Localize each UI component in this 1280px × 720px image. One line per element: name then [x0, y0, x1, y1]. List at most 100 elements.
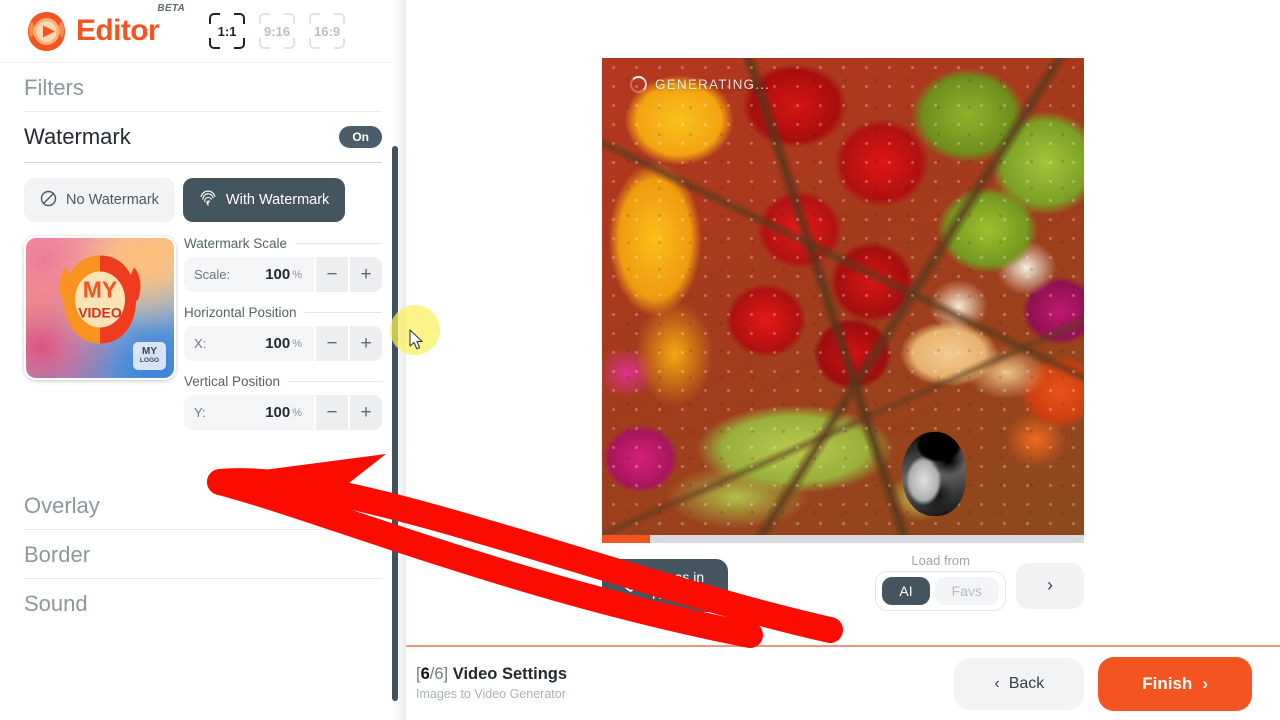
no-watermark-label: No Watermark: [66, 192, 159, 208]
horizontal-position-decrement[interactable]: −: [314, 326, 348, 361]
step-info: [6/6] Video Settings Images to Video Gen…: [416, 665, 567, 703]
no-symbol-icon: [40, 190, 57, 211]
aspect-ratio-16-9-label: 16:9: [314, 23, 341, 39]
load-from-ai-button[interactable]: AI: [882, 576, 930, 605]
section-border[interactable]: Border: [24, 530, 382, 579]
preview-wrapper: GENERATING... Lucas in Haifa Load from A…: [602, 58, 1084, 613]
sidebar-scrollbar-thumb[interactable]: [392, 146, 398, 701]
aspect-ratio-1-1-label: 1:1: [217, 23, 237, 39]
load-from-frame: AI Favs: [875, 570, 1006, 611]
vertical-position-group: Vertical Position Y: 100 % − +: [184, 374, 382, 430]
watermark-badge-line2: LOGO: [139, 357, 160, 365]
section-overlay[interactable]: Overlay: [24, 481, 382, 530]
section-sound[interactable]: Sound: [24, 579, 382, 627]
horizontal-position-key: X:: [194, 336, 207, 351]
step-title: [6/6] Video Settings: [416, 665, 567, 685]
watermark-preview-thumbnail[interactable]: MY VIDEO MY LOGO: [24, 236, 176, 380]
watermark-scale-label-row: Watermark Scale: [184, 236, 382, 251]
logo-wordmark: Editor BETA: [76, 4, 185, 47]
label-rule: [304, 312, 382, 313]
horizontal-position-label-row: Horizontal Position: [184, 305, 382, 320]
wizard-footer: [6/6] Video Settings Images to Video Gen…: [406, 645, 1280, 720]
horizontal-position-stepper: X: 100 % − +: [184, 326, 382, 361]
aspect-ratio-9-16-label: 9:16: [264, 23, 291, 39]
horizontal-position-group: Horizontal Position X: 100 % − +: [184, 305, 382, 361]
step-total: /6]: [429, 664, 449, 683]
section-watermark-label: Watermark: [24, 124, 131, 149]
aspect-ratio-1-1[interactable]: 1:1: [207, 11, 247, 51]
collapsed-sections: Overlay Border Sound: [24, 481, 382, 627]
with-watermark-option[interactable]: With Watermark: [182, 178, 346, 222]
fingerprint-icon: [199, 189, 217, 211]
label-rule: [288, 381, 382, 382]
vertical-position-stepper: Y: 100 % − +: [184, 395, 382, 430]
horizontal-position-field[interactable]: X: 100 %: [184, 326, 314, 361]
watermark-scale-label: Watermark Scale: [184, 236, 288, 251]
horizontal-position-label: Horizontal Position: [184, 305, 297, 320]
vertical-position-decrement[interactable]: −: [314, 395, 348, 430]
finish-label: Finish: [1142, 673, 1193, 693]
favorite-name-label: Lucas in Haifa: [652, 569, 705, 602]
aspect-ratio-9-16[interactable]: 9:16: [257, 11, 297, 51]
favorite-name-chip[interactable]: Lucas in Haifa: [602, 559, 728, 613]
load-from-favs-button[interactable]: Favs: [934, 576, 999, 605]
next-image-button[interactable]: ›: [1016, 562, 1084, 609]
finish-button[interactable]: Finish ›: [1098, 656, 1252, 711]
step-name: Video Settings: [452, 664, 568, 683]
aspect-ratio-16-9[interactable]: 16:9: [307, 11, 347, 51]
horizontal-position-increment[interactable]: +: [348, 326, 382, 361]
aspect-ratio-group: 1:1 9:16 16:9: [207, 11, 347, 51]
load-from-caption: Load from: [905, 552, 976, 568]
sidebar-topbar: Editor BETA 1:1 9:16 16:9: [0, 0, 406, 63]
vertical-position-value: 100: [265, 404, 291, 421]
left-sidebar: Editor BETA 1:1 9:16 16:9 Filters Waterm…: [0, 0, 406, 720]
watermark-scale-field[interactable]: Scale: 100 %: [184, 257, 314, 292]
vertical-position-field[interactable]: Y: 100 %: [184, 395, 314, 430]
label-rule: [295, 243, 382, 244]
sidebar-panel: Filters Watermark On No Watermark With W…: [0, 63, 406, 627]
app-root: Editor BETA 1:1 9:16 16:9 Filters Waterm…: [0, 0, 1280, 720]
svg-text:VIDEO: VIDEO: [78, 305, 122, 321]
section-watermark[interactable]: Watermark On: [24, 112, 382, 163]
watermark-scale-increment[interactable]: +: [348, 257, 382, 292]
watermark-toggle[interactable]: On: [339, 126, 382, 148]
salad-image-texture: [602, 58, 1084, 535]
main-panel: GENERATING... Lucas in Haifa Load from A…: [406, 0, 1280, 720]
watermark-settings: MY VIDEO MY LOGO Watermark Scale Scale: …: [24, 236, 382, 443]
generation-progress-bar: [602, 535, 1084, 543]
vertical-position-increment[interactable]: +: [348, 395, 382, 430]
portrait-overlay: [902, 432, 966, 516]
preview-controls-row: Lucas in Haifa Load from AI Favs ›: [602, 552, 1084, 613]
watermark-badge-line1: MY: [142, 346, 157, 358]
generating-label: GENERATING...: [655, 77, 771, 92]
logo-name: Editor: [76, 14, 160, 47]
watermark-scale-group: Watermark Scale Scale: 100 % − +: [184, 236, 382, 292]
load-from-box: Load from AI Favs: [875, 552, 1006, 611]
section-filters[interactable]: Filters: [24, 63, 382, 112]
vertical-position-label: Vertical Position: [184, 374, 281, 389]
watermark-scale-stepper: Scale: 100 % − +: [184, 257, 382, 292]
watermark-scale-unit: %: [292, 268, 302, 281]
vertical-position-unit: %: [292, 406, 302, 419]
video-preview[interactable]: GENERATING...: [602, 58, 1084, 535]
watermark-my-logo-badge: MY LOGO: [133, 342, 166, 370]
svg-text:MY: MY: [83, 277, 118, 303]
watermark-scale-key: Scale:: [194, 267, 231, 282]
step-subtitle: Images to Video Generator: [416, 687, 566, 702]
horizontal-position-value: 100: [265, 335, 291, 352]
app-logo[interactable]: Editor BETA: [24, 4, 185, 54]
footer-actions: ‹ Back Finish ›: [954, 656, 1252, 711]
horizontal-position-unit: %: [292, 337, 302, 350]
watermark-steppers: Watermark Scale Scale: 100 % − + Horizon…: [184, 236, 382, 443]
watermark-lion-logo-icon: MY VIDEO: [48, 248, 152, 357]
back-button[interactable]: ‹ Back: [954, 657, 1085, 710]
watermark-scale-decrement[interactable]: −: [314, 257, 348, 292]
no-watermark-option[interactable]: No Watermark: [24, 178, 175, 222]
step-current: 6: [420, 664, 430, 683]
with-watermark-label: With Watermark: [225, 192, 330, 208]
beta-badge: BETA: [157, 3, 186, 14]
vertical-position-key: Y:: [194, 405, 206, 420]
chevron-right-icon: ›: [1202, 673, 1208, 693]
heart-icon: [620, 574, 641, 597]
vertical-position-label-row: Vertical Position: [184, 374, 382, 389]
